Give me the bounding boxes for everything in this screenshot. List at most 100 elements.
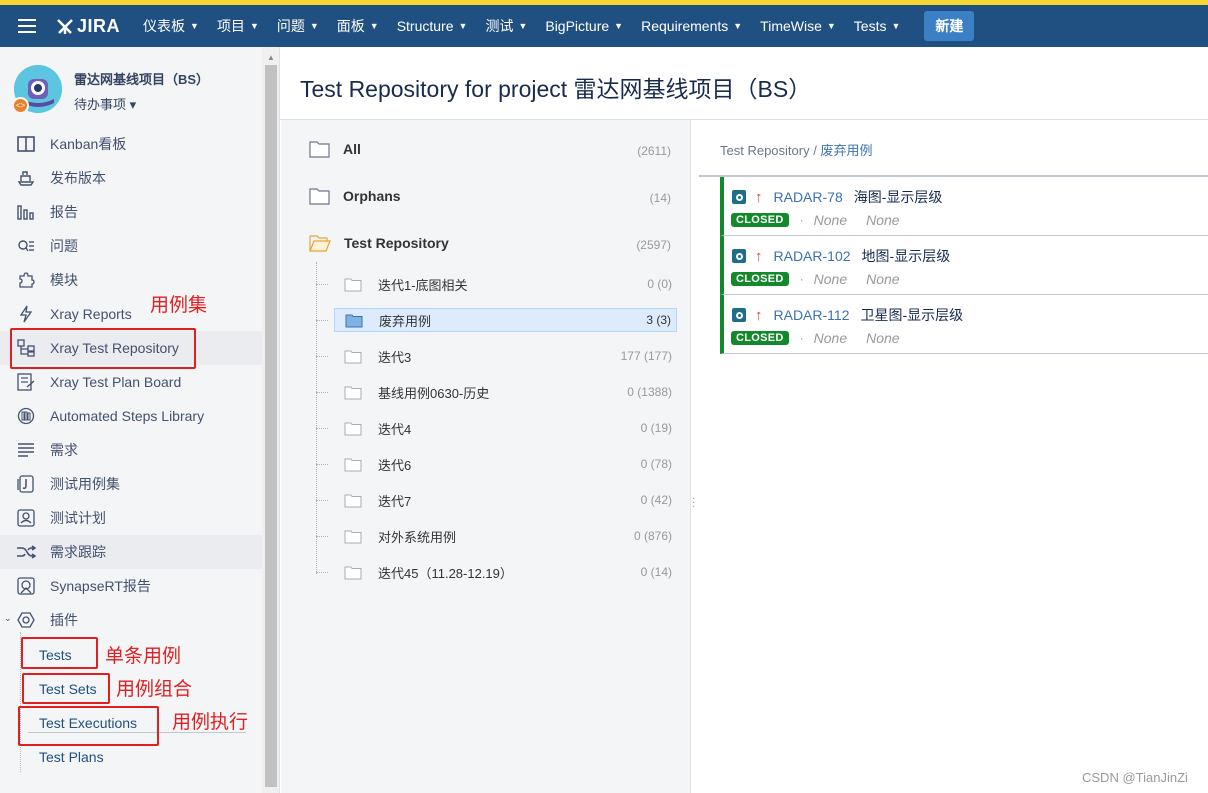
subfolder-item[interactable]: 迭代45（11.28-12.19） 0 (14) xyxy=(334,560,677,584)
caret-down-icon: ▼ xyxy=(309,21,319,31)
panel-divider xyxy=(690,120,691,793)
separator-dot: · xyxy=(799,213,804,227)
subfolder-item[interactable]: 迭代1-底图相关 0 (0) xyxy=(334,272,677,296)
issue-key[interactable]: RADAR-78 xyxy=(774,189,843,205)
caret-down-icon: ▼ xyxy=(190,21,199,31)
sidebar-item-traceability[interactable]: 需求跟踪 xyxy=(0,535,262,569)
issue-key[interactable]: RADAR-112 xyxy=(774,307,850,323)
watermark-text: CSDN @TianJinZi xyxy=(1082,770,1188,785)
folder-name: 迭代1-底图相关 xyxy=(378,277,468,293)
image-icon xyxy=(15,575,37,597)
caret-down-icon: ▼ xyxy=(826,21,836,31)
issue-card[interactable]: ↑ RADAR-112 卫星图-显示层级 CLOSED · None None xyxy=(720,295,1208,354)
issue-summary: 卫星图-显示层级 xyxy=(860,307,964,323)
jira-logo-icon xyxy=(57,19,73,34)
sidebar-item-synapsert-reports[interactable]: SynapseRT报告 xyxy=(0,569,262,603)
caret-down-icon: ▼ xyxy=(891,21,901,31)
nav-issues[interactable]: 问题 ▼ xyxy=(268,5,328,47)
sidebar-item-xray-test-plan-board[interactable]: Xray Test Plan Board xyxy=(0,365,262,399)
nav-dashboards[interactable]: 仪表板 ▼ xyxy=(134,5,208,47)
board-selector[interactable]: 待办事项 ▾ xyxy=(74,94,209,113)
folder-name: All xyxy=(343,141,361,157)
folder-count: 3 (3) xyxy=(646,313,671,327)
project-avatar[interactable]: <> xyxy=(12,65,62,114)
subfolder-item[interactable]: 迭代6 0 (78) xyxy=(334,452,677,476)
sidebar-item-issues[interactable]: 问题 xyxy=(0,229,262,263)
folder-count: 0 (1388) xyxy=(627,385,672,399)
sidebar-item-automated-steps-library[interactable]: Automated Steps Library xyxy=(0,399,262,433)
folder-all[interactable]: All xyxy=(309,140,361,158)
sidebar-item-components[interactable]: 模块 xyxy=(0,263,262,297)
top-navigation-bar: JIRA 仪表板 ▼ 项目 ▼ 问题 ▼ 面板 ▼ Structure ▼ 测试 ▼ Big… xyxy=(0,0,1208,47)
issue-field: None xyxy=(866,271,900,287)
priority-up-arrow-icon: ↑ xyxy=(755,247,763,265)
board-icon xyxy=(15,133,37,155)
resize-handle-icon[interactable]: · · · xyxy=(692,494,695,512)
issue-summary: 地图-显示层级 xyxy=(861,248,951,264)
plan-board-icon xyxy=(15,371,37,393)
subfolder-item[interactable]: 迭代4 0 (19) xyxy=(334,416,677,440)
folder-icon xyxy=(309,188,330,205)
sidebar-item-plugins[interactable]: ⌄ 插件 xyxy=(0,603,262,637)
annotation-box-test-sets xyxy=(22,673,110,704)
breadcrumb-root[interactable]: Test Repository xyxy=(720,143,810,158)
scrollbar-thumb[interactable] xyxy=(265,65,277,787)
sidebar-item-test-plans[interactable]: 测试计划 xyxy=(0,501,262,535)
folder-icon xyxy=(344,386,362,399)
project-name[interactable]: 雷达网基线项目（BS） xyxy=(74,69,209,88)
annotation-label-test-repository: 用例集 xyxy=(150,295,208,316)
issue-key[interactable]: RADAR-102 xyxy=(774,248,851,264)
caret-down-icon: ▼ xyxy=(249,21,259,31)
caret-down-icon: ▼ xyxy=(458,21,468,31)
sidebar-item-xray-reports[interactable]: Xray Reports xyxy=(0,297,262,331)
nav-structure[interactable]: Structure ▼ xyxy=(388,5,477,47)
bolt-icon xyxy=(15,303,37,325)
sidebar-subitem-test-plans[interactable]: Test Plans xyxy=(39,749,104,765)
subfolder-item[interactable]: 迭代3 177 (177) xyxy=(334,344,677,368)
subfolder-item[interactable]: 基线用例0630-历史 0 (1388) xyxy=(334,380,677,404)
sidebar-item-kanban[interactable]: Kanban看板 xyxy=(0,127,262,161)
sidebar-item-reports[interactable]: 报告 xyxy=(0,195,262,229)
subfolder-item[interactable]: 对外系统用例 0 (876) xyxy=(334,524,677,548)
folder-test-repository[interactable]: Test Repository xyxy=(309,234,449,252)
sidebar-item-label: 报告 xyxy=(50,204,78,220)
folder-count: 0 (78) xyxy=(640,457,672,471)
create-button[interactable]: 新建 xyxy=(924,11,975,41)
testset-icon xyxy=(15,473,37,495)
nav-testing[interactable]: 测试 ▼ xyxy=(476,5,536,47)
folder-name: 基线用例0630-历史 xyxy=(378,385,490,401)
nav-requirements[interactable]: Requirements ▼ xyxy=(632,5,751,47)
folder-name: 迭代6 xyxy=(378,457,412,473)
sidebar-item-requirements[interactable]: 需求 xyxy=(0,433,262,467)
chevron-down-icon[interactable]: ⌄ xyxy=(4,613,12,624)
subfolder-item[interactable]: 迭代7 0 (42) xyxy=(334,488,677,512)
issue-field: None xyxy=(813,330,848,346)
nav-timewise[interactable]: TimeWise ▼ xyxy=(751,5,845,47)
breadcrumb-separator: / xyxy=(809,143,821,158)
folder-icon xyxy=(344,566,362,579)
priority-up-arrow-icon: ↑ xyxy=(755,306,763,324)
sidebar-item-releases[interactable]: 发布版本 xyxy=(0,161,262,195)
nav-projects[interactable]: 项目 ▼ xyxy=(208,5,268,47)
scroll-up-arrow-icon[interactable]: ▲ xyxy=(267,53,275,62)
jira-logo[interactable]: JIRA xyxy=(56,16,120,37)
folder-count: (14) xyxy=(649,191,671,205)
menu-icon[interactable] xyxy=(0,5,56,47)
breadcrumb-current[interactable]: 废弃用例 xyxy=(820,143,872,158)
folder-count: 0 (19) xyxy=(640,421,672,435)
nav-tests[interactable]: Tests ▼ xyxy=(845,5,910,47)
issue-card[interactable]: ↑ RADAR-78 海图-显示层级 CLOSED · None None xyxy=(720,177,1208,236)
project-header: <> 雷达网基线项目（BS） 待办事项 ▾ xyxy=(12,65,209,114)
nav-bigpicture[interactable]: BigPicture ▼ xyxy=(536,5,632,47)
nav-boards[interactable]: 面板 ▼ xyxy=(328,5,388,47)
status-badge: CLOSED xyxy=(731,213,789,227)
tree-connector xyxy=(316,284,328,285)
sidebar-item-label: Automated Steps Library xyxy=(50,408,205,424)
tree-connector xyxy=(316,392,328,393)
issue-card[interactable]: ↑ RADAR-102 地图-显示层级 CLOSED · None None xyxy=(720,236,1208,295)
caret-down-icon: ▼ xyxy=(614,21,624,31)
folder-orphans[interactable]: Orphans xyxy=(309,187,401,205)
sidebar-item-test-suites[interactable]: 测试用例集 xyxy=(0,467,262,501)
subfolder-item-selected[interactable]: 废弃用例 3 (3) xyxy=(334,308,677,332)
sidebar-scrollbar[interactable]: ▲ xyxy=(262,47,280,793)
